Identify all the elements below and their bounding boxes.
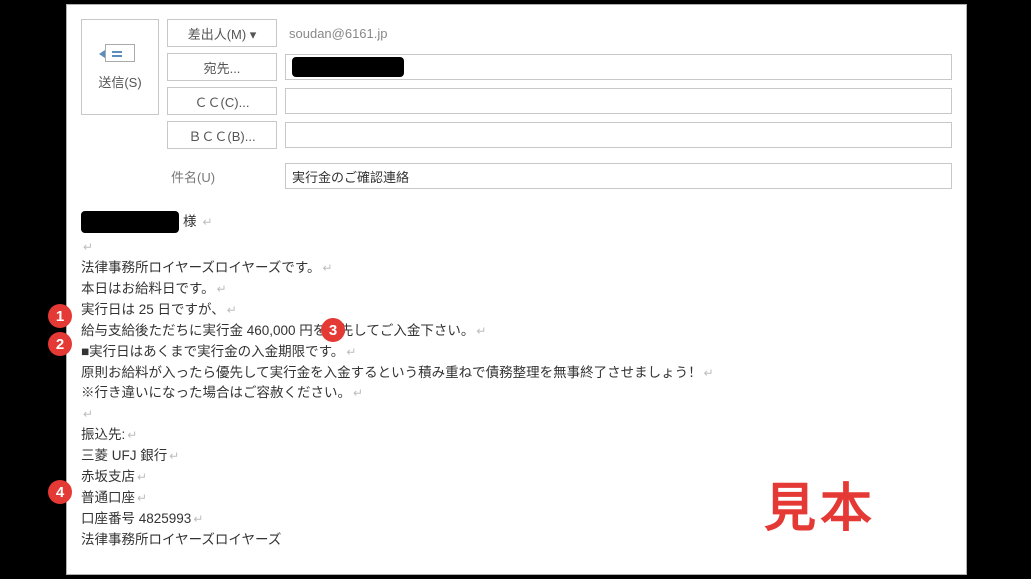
cc-button[interactable]: ＣＣ(C)... xyxy=(167,87,277,115)
compose-header: 送信(S) 差出人(M) ▾ soudan@6161.jp 宛先... ＣＣ(C… xyxy=(67,5,966,157)
header-fields: 差出人(M) ▾ soudan@6161.jp 宛先... ＣＣ(C)... Ｂ… xyxy=(167,19,952,149)
return-mark: ↵ xyxy=(203,213,213,232)
to-input[interactable] xyxy=(285,54,952,80)
bank-paragraph: 振込先:↵ 三菱 UFJ 銀行↵ 赤坂支店↵ 普通口座↵ 口座番号 482599… xyxy=(81,425,952,551)
subject-row: 件名(U) 実行金のご確認連絡 xyxy=(67,157,966,199)
bcc-button[interactable]: ＢＣＣ(B)... xyxy=(167,121,277,149)
to-button[interactable]: 宛先... xyxy=(167,53,277,81)
send-icon xyxy=(105,44,135,62)
subject-input[interactable]: 実行金のご確認連絡 xyxy=(285,163,952,189)
to-redacted xyxy=(292,57,404,77)
subject-text: 実行金のご確認連絡 xyxy=(292,167,409,186)
email-compose-window: 送信(S) 差出人(M) ▾ soudan@6161.jp 宛先... ＣＣ(C… xyxy=(66,4,967,575)
send-label: 送信(S) xyxy=(98,72,141,91)
from-button[interactable]: 差出人(M) ▾ xyxy=(167,19,277,47)
honorific: 様 xyxy=(183,212,197,233)
email-body[interactable]: 様 ↵ ↵ 法律事務所ロイヤーズロイヤーズです。↵ 本日はお給料日です。↵ 実行… xyxy=(67,199,966,565)
cc-input[interactable] xyxy=(285,88,952,114)
bcc-input[interactable] xyxy=(285,122,952,148)
subject-label: 件名(U) xyxy=(167,167,277,186)
main-paragraph: 法律事務所ロイヤーズロイヤーズです。↵ 本日はお給料日です。↵ 実行日は 25 … xyxy=(81,258,952,404)
send-button[interactable]: 送信(S) xyxy=(81,19,159,115)
from-address: soudan@6161.jp xyxy=(285,26,388,41)
recipient-name-redacted xyxy=(81,211,179,233)
